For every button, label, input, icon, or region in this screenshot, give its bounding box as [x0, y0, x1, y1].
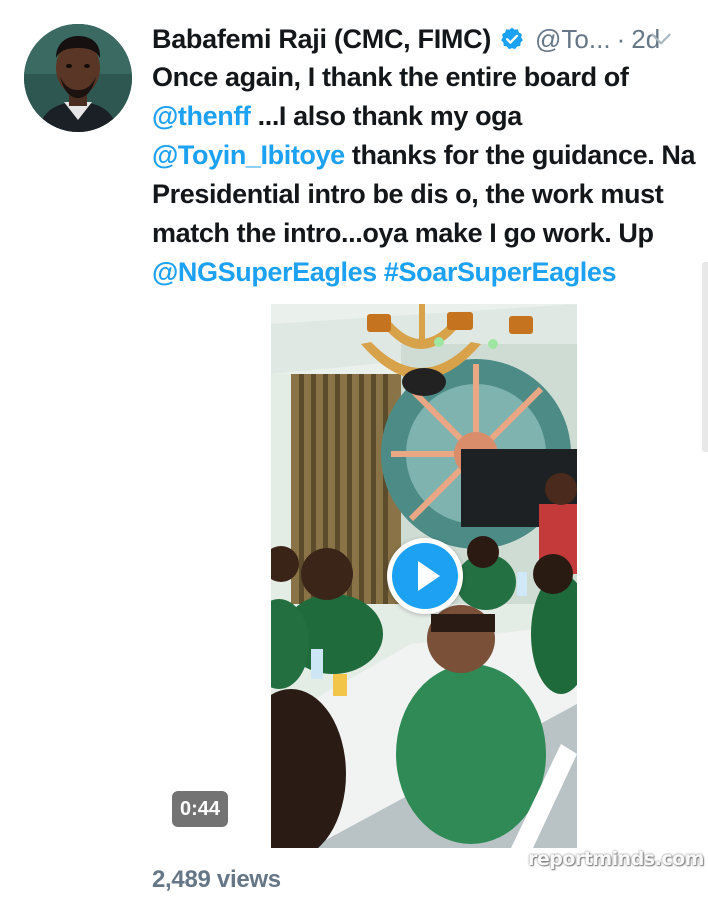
header-separator: ·: [616, 23, 626, 54]
author-handle[interactable]: @To...: [535, 24, 611, 55]
mention-link[interactable]: @thenff: [152, 101, 251, 131]
video-duration-badge: 0:44: [172, 791, 228, 827]
avatar-image: [24, 24, 132, 132]
tweet-text-segment: ...I also thank my oga: [250, 101, 523, 131]
tweet-text-segment: [377, 257, 384, 287]
verified-badge-icon: [499, 26, 525, 52]
view-count: 2,489 views: [152, 866, 281, 893]
tweet-text-segment: Once again, I thank the entire board of: [152, 62, 629, 92]
tweet-card[interactable]: Babafemi Raji (CMC, FIMC) @To... · 2d On…: [0, 0, 708, 901]
play-button[interactable]: [387, 538, 463, 614]
watermark: reportminds.com: [528, 848, 704, 870]
tweet-header: Babafemi Raji (CMC, FIMC) @To... · 2d: [152, 18, 692, 60]
scrollbar[interactable]: [702, 262, 708, 452]
avatar[interactable]: [24, 24, 132, 132]
tweet-text: Once again, I thank the entire board of …: [152, 58, 697, 292]
video-player[interactable]: [271, 304, 577, 848]
hashtag-link[interactable]: #SoarSuperEagles: [384, 257, 617, 287]
play-icon: [392, 543, 458, 609]
chevron-down-icon[interactable]: [648, 26, 674, 52]
mention-link[interactable]: @NGSuperEagles: [152, 257, 377, 287]
author-name[interactable]: Babafemi Raji (CMC, FIMC): [152, 24, 491, 55]
mention-link[interactable]: @Toyin_Ibitoye: [152, 140, 345, 170]
